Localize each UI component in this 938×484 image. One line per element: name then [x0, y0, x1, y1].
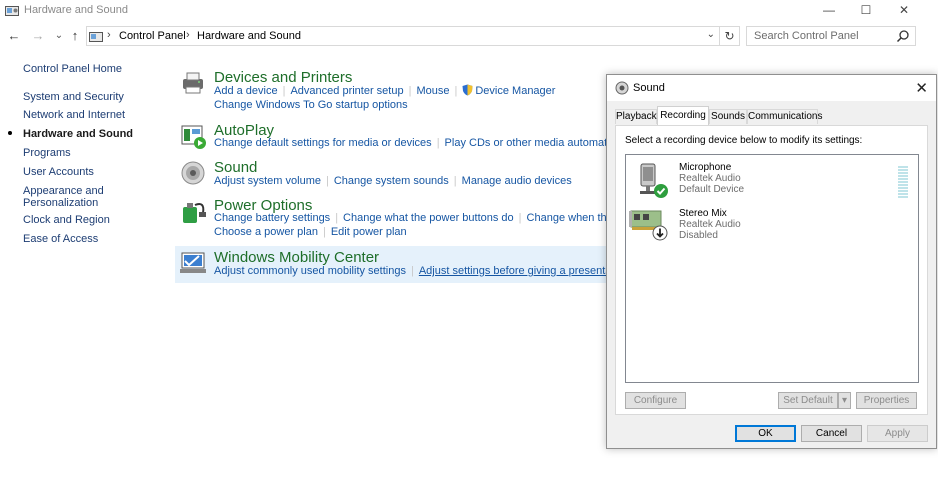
- link-manage-audio-devices[interactable]: Manage audio devices: [462, 175, 572, 187]
- category-heading-sound[interactable]: Sound: [214, 159, 257, 176]
- cancel-button[interactable]: Cancel: [801, 425, 862, 442]
- sidebar-item-appearance-line2[interactable]: Personalization: [23, 197, 98, 209]
- microphone-icon: [640, 163, 668, 198]
- sidebar-item-user-accounts[interactable]: User Accounts: [23, 166, 94, 178]
- link-edit-power-plan[interactable]: Edit power plan: [331, 226, 407, 238]
- link-change-default-settings-for-media[interactable]: Change default settings for media or dev…: [214, 137, 432, 149]
- link-change-battery-settings[interactable]: Change battery settings: [214, 212, 330, 224]
- link-choose-a-power-plan[interactable]: Choose a power plan: [214, 226, 318, 238]
- category-links: Change battery settings | Change what the …: [214, 212, 637, 224]
- search-box[interactable]: Search Control Panel: [746, 26, 916, 46]
- mobility-center-icon: [180, 252, 206, 273]
- device-name: Stereo Mix: [679, 208, 727, 219]
- breadcrumb-separator-icon: ›: [186, 29, 190, 41]
- sound-dialog: Sound ✕ Playback Recording Sounds Commun…: [606, 74, 937, 449]
- category-links: Change default settings for media or dev…: [214, 137, 632, 149]
- link-change-windows-to-go-startup-options[interactable]: Change Windows To Go startup options: [214, 99, 408, 111]
- tab-recording[interactable]: Recording: [657, 106, 709, 125]
- category-links: Adjust system volume | Change system sound…: [214, 175, 572, 187]
- power-icon: [183, 203, 206, 223]
- category-heading-windows-mobility-center[interactable]: Windows Mobility Center: [214, 249, 379, 266]
- device-status: Default Device: [679, 184, 745, 195]
- navigation-bar: ← → ⌄ ↑ › Control Panel › Hardware and S…: [0, 26, 938, 48]
- address-dropdown-icon[interactable]: ⌄: [707, 29, 715, 40]
- apply-button[interactable]: Apply: [867, 425, 928, 442]
- control-panel-icon: [5, 6, 19, 16]
- sidebar-item-network-and-internet[interactable]: Network and Internet: [23, 109, 125, 121]
- link-device-manager[interactable]: Device Manager: [475, 85, 555, 97]
- control-panel-window: Hardware and Sound — ☐ ✕ ← → ⌄ ↑ › Contr…: [0, 0, 938, 484]
- set-default-button[interactable]: Set Default: [778, 392, 838, 409]
- list-item-microphone[interactable]: Microphone Realtek Audio Default Device: [626, 159, 918, 199]
- speaker-small-icon: [615, 81, 629, 95]
- speaker-icon: [181, 161, 205, 185]
- link-adjust-system-volume[interactable]: Adjust system volume: [214, 175, 321, 187]
- breadcrumb-separator-icon: ›: [107, 29, 111, 41]
- dialog-title: Sound: [633, 82, 665, 94]
- configure-button[interactable]: Configure: [625, 392, 686, 409]
- printer-icon: [183, 72, 203, 94]
- uac-shield-icon: [462, 84, 473, 96]
- search-input[interactable]: Search Control Panel: [754, 30, 859, 42]
- tab-playback[interactable]: Playback: [615, 109, 657, 124]
- properties-button[interactable]: Properties: [856, 392, 917, 409]
- maximize-button[interactable]: ☐: [847, 0, 885, 20]
- sidebar-item-programs[interactable]: Programs: [23, 147, 71, 159]
- set-default-dropdown-icon[interactable]: ▾: [838, 392, 851, 409]
- breadcrumb-control-panel[interactable]: Control Panel: [119, 30, 186, 42]
- device-driver: Realtek Audio: [679, 173, 741, 184]
- category-links: Change Windows To Go startup options: [214, 99, 408, 111]
- sound-card-icon: [629, 210, 668, 241]
- sidebar-item-system-and-security[interactable]: System and Security: [23, 91, 124, 103]
- back-arrow-icon[interactable]: ←: [6, 28, 22, 44]
- control-panel-small-icon: [89, 32, 103, 42]
- title-bar: Hardware and Sound — ☐ ✕: [0, 0, 938, 22]
- minimize-button[interactable]: —: [810, 0, 848, 20]
- dialog-title-bar: Sound ✕: [607, 75, 936, 101]
- link-adjust-mobility-settings[interactable]: Adjust commonly used mobility settings: [214, 265, 406, 277]
- current-page-bullet: [8, 131, 12, 135]
- forward-arrow-icon[interactable]: →: [30, 28, 46, 44]
- refresh-button[interactable]: ↻: [720, 26, 740, 46]
- sidebar-item-ease-of-access[interactable]: Ease of Access: [23, 233, 98, 245]
- breadcrumb-hardware-and-sound[interactable]: Hardware and Sound: [197, 30, 301, 42]
- recording-device-list[interactable]: Microphone Realtek Audio Default Device: [625, 154, 919, 383]
- device-status: Disabled: [679, 230, 718, 241]
- category-links: Adjust commonly used mobility settings | A…: [214, 265, 630, 277]
- window-title: Hardware and Sound: [24, 4, 128, 16]
- instruction-text: Select a recording device below to modif…: [625, 135, 863, 146]
- ok-button[interactable]: OK: [735, 425, 796, 442]
- tab-sounds[interactable]: Sounds: [709, 109, 747, 124]
- recording-tab-panel: Select a recording device below to modif…: [615, 125, 928, 415]
- autoplay-icon: [181, 125, 206, 149]
- dialog-close-button[interactable]: ✕: [915, 79, 928, 97]
- link-change-system-sounds[interactable]: Change system sounds: [334, 175, 449, 187]
- close-button[interactable]: ✕: [885, 0, 923, 20]
- sidebar-item-hardware-and-sound[interactable]: Hardware and Sound: [23, 128, 133, 140]
- link-play-cds-automatically[interactable]: Play CDs or other media automatically: [445, 137, 632, 149]
- link-mouse[interactable]: Mouse: [416, 85, 449, 97]
- sidebar-item-appearance-line1[interactable]: Appearance and: [23, 185, 104, 197]
- device-driver: Realtek Audio: [679, 219, 741, 230]
- category-links: Add a device | Advanced printer setup | Mous…: [214, 84, 556, 97]
- tab-communications[interactable]: Communications: [747, 109, 822, 124]
- up-arrow-icon[interactable]: ↑: [67, 28, 83, 44]
- sidebar-item-control-panel-home[interactable]: Control Panel Home: [23, 63, 122, 75]
- address-bar[interactable]: › Control Panel › Hardware and Sound ⌄: [86, 26, 720, 46]
- link-adjust-presentation-settings[interactable]: Adjust settings before giving a presenta…: [419, 265, 629, 277]
- link-change-power-buttons[interactable]: Change what the power buttons do: [343, 212, 514, 224]
- link-advanced-printer-setup[interactable]: Advanced printer setup: [290, 85, 403, 97]
- sidebar-item-clock-and-region[interactable]: Clock and Region: [23, 214, 110, 226]
- device-name: Microphone: [679, 162, 732, 173]
- input-level-meter: [898, 166, 908, 198]
- list-item-stereo-mix[interactable]: Stereo Mix Realtek Audio Disabled: [626, 205, 918, 245]
- link-add-a-device[interactable]: Add a device: [214, 85, 278, 97]
- search-icon[interactable]: [896, 29, 910, 43]
- category-links: Choose a power plan | Edit power plan: [214, 226, 407, 238]
- recent-locations-chevron-icon[interactable]: ⌄: [51, 28, 67, 44]
